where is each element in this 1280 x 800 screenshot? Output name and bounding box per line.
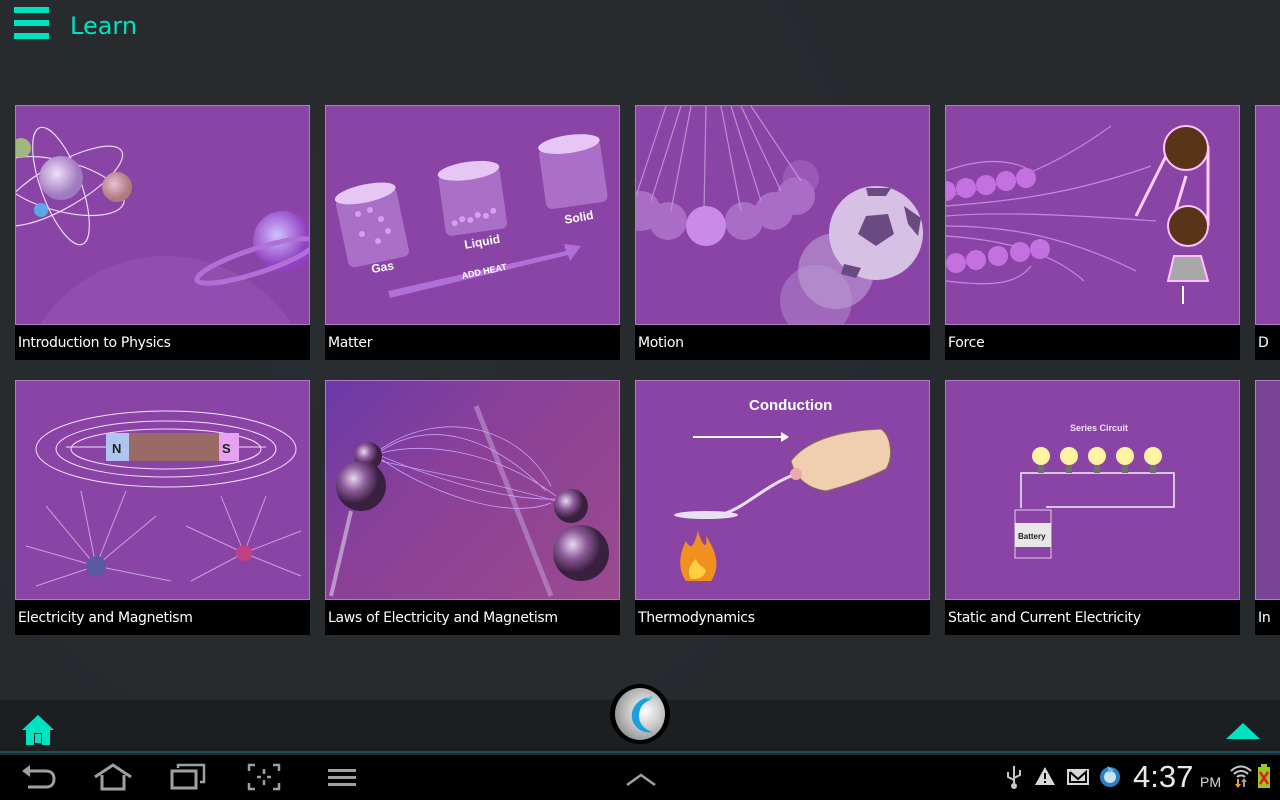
conduction-title: Conduction	[749, 397, 832, 414]
topic-grid: Introduction to Physics Gas Liquid Solid…	[15, 105, 1280, 635]
states-of-matter-illustration: Gas Liquid Solid ADD HEAT	[334, 134, 608, 298]
card-thumbnail	[325, 380, 620, 600]
warning-icon	[1034, 764, 1056, 793]
logo-disc	[615, 688, 665, 740]
menu-bar	[14, 7, 49, 13]
topic-card-electricity-and-magnetism[interactable]: N S Electricity and Magnetism	[15, 380, 310, 635]
app-logo-icon[interactable]	[610, 684, 670, 744]
card-thumbnail: Series Circuit Battery	[945, 380, 1240, 600]
pendulum-ball-illustration	[636, 106, 923, 324]
topic-card-thermodynamics[interactable]: Conduction Thermodynamics	[635, 380, 930, 635]
clock-time: 4:37	[1133, 759, 1194, 794]
menu-bar	[14, 33, 49, 39]
gmail-icon	[1066, 768, 1090, 791]
battery-label: Battery	[1018, 532, 1046, 541]
card-thumbnail	[945, 105, 1240, 325]
card-thumbnail	[15, 105, 310, 325]
gas-label: Gas	[370, 258, 395, 276]
home-outline-icon[interactable]	[93, 763, 132, 791]
chevron-up-icon[interactable]	[624, 763, 660, 791]
add-heat-label: ADD HEAT	[461, 262, 508, 281]
series-circuit-illustration: Series Circuit Battery	[1014, 423, 1175, 559]
card-thumbnail: Gas Liquid Solid ADD HEAT	[325, 105, 620, 325]
battery-icon	[1257, 763, 1271, 794]
usb-icon	[1005, 764, 1023, 795]
card-label: D	[1258, 335, 1269, 351]
south-label: S	[222, 441, 231, 456]
topic-card-partial-in[interactable]: In	[1255, 380, 1280, 635]
tesla-spark-illustration	[329, 405, 609, 597]
topic-card-laws-of-electricity-and-magnetism[interactable]: Laws of Electricity and Magnetism	[325, 380, 620, 635]
page-title: Learn	[70, 12, 138, 40]
clock-ampm: PM	[1200, 774, 1221, 790]
screenshot-icon[interactable]	[247, 763, 283, 791]
north-label: N	[112, 441, 121, 456]
card-label: Motion	[638, 335, 684, 351]
atom-planet-illustration	[16, 126, 309, 324]
card-thumbnail	[635, 105, 930, 325]
card-thumbnail	[1255, 105, 1280, 325]
hamburger-menu-icon[interactable]	[14, 7, 50, 41]
pulley-field-illustration	[946, 125, 1210, 304]
menu-bar	[14, 20, 49, 26]
topic-card-introduction-to-physics[interactable]: Introduction to Physics	[15, 105, 310, 360]
wifi-icon	[1229, 763, 1253, 794]
series-circuit-title: Series Circuit	[1070, 423, 1128, 433]
card-label: Laws of Electricity and Magnetism	[328, 610, 558, 626]
card-thumbnail: Conduction	[635, 380, 930, 600]
conduction-illustration: Conduction	[674, 397, 892, 581]
topic-card-matter[interactable]: Gas Liquid Solid ADD HEAT Matter	[325, 105, 620, 360]
system-navigation-bar: 4:37 PM	[0, 755, 1280, 800]
back-icon[interactable]	[20, 763, 56, 791]
card-label: Matter	[328, 335, 373, 351]
card-label: Electricity and Magnetism	[18, 610, 193, 626]
card-label: Introduction to Physics	[18, 335, 171, 351]
card-label: In	[1258, 610, 1271, 626]
card-thumbnail: N S	[15, 380, 310, 600]
sync-app-icon	[1099, 764, 1121, 793]
topic-card-force[interactable]: Force	[945, 105, 1240, 360]
home-icon[interactable]	[20, 714, 56, 746]
menu-icon[interactable]	[328, 763, 364, 791]
topic-card-static-and-current-electricity[interactable]: Series Circuit Battery Static and Curren…	[945, 380, 1240, 635]
card-thumbnail	[1255, 380, 1280, 600]
recent-apps-icon[interactable]	[170, 763, 206, 791]
topic-card-motion[interactable]: Motion	[635, 105, 930, 360]
liquid-label: Liquid	[463, 232, 501, 252]
card-label: Static and Current Electricity	[948, 610, 1141, 626]
magnet-field-illustration: N S	[25, 410, 302, 587]
topic-card-partial-d[interactable]: D	[1255, 105, 1280, 360]
triangle-up-icon[interactable]	[1225, 723, 1261, 741]
solid-label: Solid	[563, 208, 594, 227]
card-label: Thermodynamics	[638, 610, 755, 626]
card-label: Force	[948, 335, 985, 351]
